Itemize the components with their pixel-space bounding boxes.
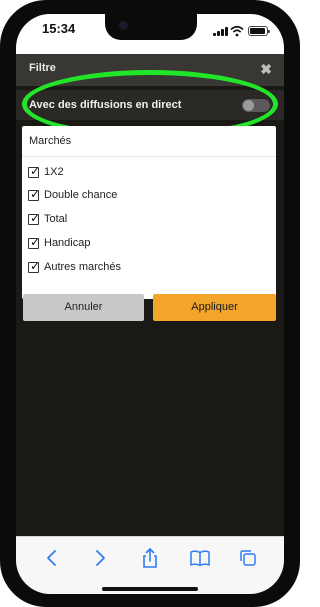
check-icon: ✓	[30, 211, 41, 225]
wifi-icon	[230, 25, 244, 37]
checkbox[interactable]: ✓	[28, 235, 41, 249]
home-indicator	[102, 587, 198, 591]
checkbox[interactable]: ✓	[28, 259, 41, 273]
checkbox[interactable]: ✓	[28, 211, 41, 225]
close-icon[interactable]: ✖	[260, 62, 272, 76]
battery-icon	[248, 26, 270, 36]
check-icon: ✓	[30, 187, 41, 201]
camera-icon	[119, 21, 128, 30]
tabs-icon[interactable]	[236, 547, 260, 569]
live-stream-filter-row[interactable]: Avec des diffusions en direct	[16, 90, 284, 120]
screen: 15:34 Filtre ✖ Avec des diffusions en di…	[16, 14, 284, 594]
apply-button[interactable]: Appliquer	[153, 294, 276, 321]
market-label: Autres marchés	[44, 261, 122, 273]
markets-card: Marchés ✓ 1X2 ✓ Double chance ✓ Total ✓ …	[22, 126, 276, 299]
markets-title: Marchés	[29, 135, 72, 147]
market-label: Handicap	[44, 237, 91, 249]
checkbox[interactable]: ✓	[28, 164, 41, 178]
live-stream-label: Avec des diffusions en direct	[29, 99, 182, 111]
check-icon: ✓	[30, 164, 41, 178]
filter-header: Filtre ✖	[16, 54, 284, 86]
market-label: Total	[44, 213, 68, 225]
share-icon[interactable]	[138, 547, 162, 569]
toggle-knob	[243, 100, 254, 111]
status-time: 15:34	[42, 21, 76, 36]
check-icon: ✓	[30, 259, 41, 273]
checkbox[interactable]: ✓	[28, 187, 41, 201]
browser-toolbar	[16, 536, 284, 594]
market-label: Double chance	[44, 189, 118, 201]
phone-frame: 15:34 Filtre ✖ Avec des diffusions en di…	[0, 0, 300, 607]
cancel-button[interactable]: Annuler	[23, 294, 144, 321]
signal-icon	[213, 26, 228, 36]
check-icon: ✓	[30, 235, 41, 249]
back-icon[interactable]	[40, 547, 64, 569]
markets-header: Marchés	[22, 126, 276, 157]
bookmarks-icon[interactable]	[188, 547, 212, 569]
live-stream-toggle[interactable]	[242, 99, 270, 112]
market-label: 1X2	[44, 166, 64, 178]
filter-title: Filtre	[29, 62, 56, 74]
status-bar: 15:34	[16, 14, 284, 54]
notch	[105, 14, 197, 40]
forward-icon[interactable]	[88, 547, 112, 569]
